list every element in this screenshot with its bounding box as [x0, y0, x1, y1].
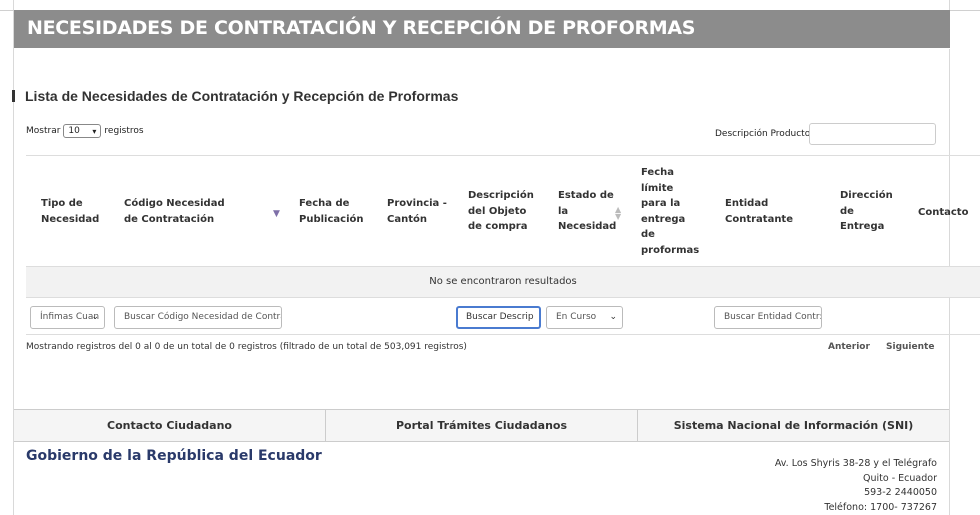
length-select[interactable]: 10 ▾: [63, 124, 102, 138]
section-marker: [12, 90, 15, 102]
entidad-filter-placeholder: Buscar Entidad Contr:: [724, 312, 822, 322]
col-descripcion[interactable]: Descripción del Objeto de compra: [468, 188, 540, 235]
codigo-filter-placeholder: Buscar Código Necesidad de Contra: [124, 312, 282, 322]
page-title: NECESIDADES DE CONTRATACIÓN Y RECEPCIÓN …: [27, 17, 696, 39]
footer-link-portal[interactable]: Portal Trámites Ciudadanos: [326, 410, 638, 441]
codigo-filter-input[interactable]: Buscar Código Necesidad de Contra: [114, 306, 282, 329]
col-direccion[interactable]: Dirección de Entrega: [840, 188, 896, 235]
footer-link-sni[interactable]: Sistema Nacional de Información (SNI): [638, 410, 949, 441]
sort-both-icon: ▲ ▼: [615, 205, 622, 221]
footer-address: Av. Los Shyris 38-28 y el Telégrafo Quit…: [775, 457, 937, 515]
descripcion-filter-placeholder: Buscar Descrip: [466, 312, 534, 322]
filter-row: Ínfimas Cuan ⌄ Buscar Código Necesidad d…: [26, 298, 980, 335]
empty-results-row: No se encontraron resultados: [26, 267, 980, 298]
col-codigo[interactable]: Código Necesidad de Contratación: [124, 196, 242, 227]
footer-links: Contacto Ciudadano Portal Trámites Ciuda…: [14, 409, 949, 442]
pagination-prev[interactable]: Anterior: [828, 342, 870, 352]
address-line: Quito - Ecuador: [863, 472, 937, 484]
chevron-down-icon: ▾: [92, 126, 97, 136]
tipo-filter-select[interactable]: Ínfimas Cuan ⌄: [30, 306, 105, 329]
estado-filter-select[interactable]: En Curso ⌄: [546, 306, 623, 329]
footer-link-contacto[interactable]: Contacto Ciudadano: [14, 410, 326, 441]
results-table: Tipo de Necesidad Código Necesidad de Co…: [26, 155, 980, 335]
table-info: Mostrando registros del 0 al 0 de un tot…: [26, 342, 467, 352]
estado-filter-value: En Curso: [556, 312, 597, 322]
descripcion-filter-input[interactable]: Buscar Descrip: [456, 306, 541, 329]
col-fecha-limite[interactable]: Fecha límite para la entrega de proforma…: [641, 165, 699, 258]
col-entidad[interactable]: Entidad Contratante: [725, 196, 795, 227]
col-fecha-publicacion[interactable]: Fecha de Publicación: [299, 196, 369, 227]
government-name: Gobierno de la República del Ecuador: [26, 448, 322, 464]
length-prefix: Mostrar: [26, 126, 61, 136]
pagination-next[interactable]: Siguiente: [886, 342, 934, 352]
product-search-input[interactable]: [809, 123, 936, 145]
address-line: Av. Los Shyris 38-28 y el Telégrafo: [774, 458, 937, 469]
section-title: Lista de Necesidades de Contratación y R…: [25, 88, 459, 104]
address-line: Teléfono: 1700- 737267: [824, 501, 937, 513]
col-estado[interactable]: Estado de la Necesidad: [558, 188, 616, 235]
col-provincia[interactable]: Provincia - Cantón: [387, 196, 447, 227]
table-header: Tipo de Necesidad Código Necesidad de Co…: [26, 156, 980, 267]
entidad-filter-input[interactable]: Buscar Entidad Contr:: [714, 306, 822, 329]
col-contacto[interactable]: Contacto: [918, 205, 978, 221]
chevron-down-icon: ⌄: [609, 312, 617, 322]
chevron-down-icon: ⌄: [91, 312, 99, 322]
length-value: 10: [68, 126, 80, 136]
page-header: NECESIDADES DE CONTRATACIÓN Y RECEPCIÓN …: [14, 10, 950, 49]
length-suffix: registros: [104, 126, 144, 136]
sort-desc-icon: ▼: [273, 209, 280, 219]
address-line: 593-2 2440050: [864, 487, 937, 498]
col-tipo[interactable]: Tipo de Necesidad: [41, 196, 111, 227]
tipo-filter-value: Ínfimas Cuan: [40, 312, 100, 322]
length-control: Mostrar 10 ▾ registros: [26, 124, 144, 138]
product-search-label: Descripción Producto:: [715, 129, 814, 139]
